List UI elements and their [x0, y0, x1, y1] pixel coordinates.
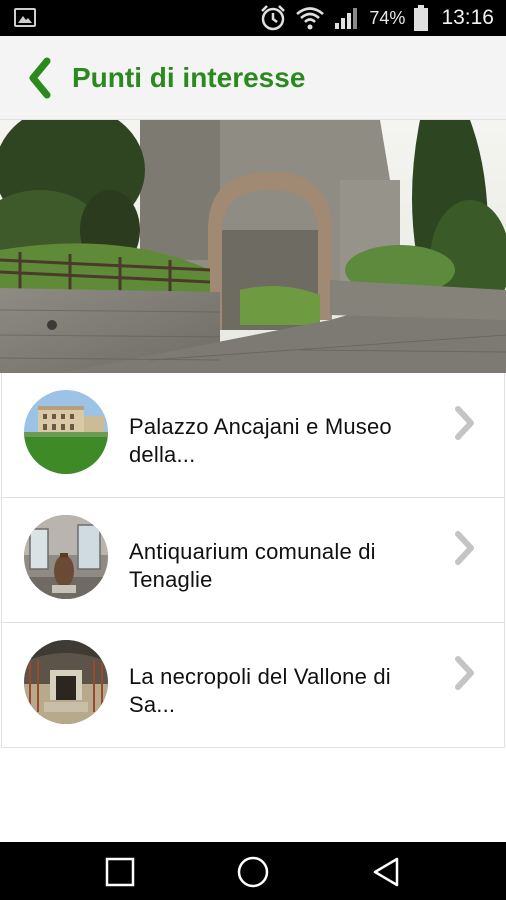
palazzo-thumbnail — [24, 390, 108, 474]
status-bar: 74% 13:16 — [0, 0, 506, 36]
back-icon — [373, 857, 399, 887]
recents-button[interactable] — [100, 852, 140, 892]
chevron-right-icon — [455, 656, 474, 690]
poi-title: La necropoli del Vallone di Sa... — [129, 664, 391, 717]
home-icon — [237, 856, 269, 888]
poi-title: Antiquarium comunale di Tenaglie — [129, 539, 376, 592]
status-icons: 74% 13:16 — [259, 4, 494, 32]
battery-percent: 74% — [369, 7, 406, 28]
back-button[interactable] — [18, 54, 62, 102]
clock: 13:16 — [441, 6, 494, 29]
page-title: Punti di interesse — [72, 62, 306, 93]
chevron-left-icon — [29, 57, 51, 99]
image-notification-icon — [14, 8, 36, 27]
necropolis-thumbnail — [24, 640, 108, 724]
recents-icon — [105, 857, 135, 887]
list-item[interactable]: Antiquarium comunale di Tenaglie — [2, 498, 504, 623]
poi-title: Palazzo Ancajani e Museo della... — [129, 414, 392, 467]
hero-image — [0, 120, 506, 373]
list-item[interactable]: Palazzo Ancajani e Museo della... — [2, 373, 504, 498]
system-back-button[interactable] — [366, 852, 406, 892]
poi-list: Palazzo Ancajani e Museo della... Antiqu… — [1, 373, 505, 748]
battery-icon — [414, 5, 429, 31]
signal-icon — [335, 8, 358, 29]
app-header: Punti di interesse — [0, 36, 506, 120]
list-item[interactable]: La necropoli del Vallone di Sa... — [2, 623, 504, 747]
chevron-right-icon — [455, 406, 474, 440]
wifi-icon — [296, 7, 325, 30]
alarm-icon — [261, 5, 286, 31]
navigation-bar — [0, 842, 506, 900]
museum-interior-thumbnail — [24, 515, 108, 599]
chevron-right-icon — [455, 531, 474, 565]
home-button[interactable] — [233, 852, 273, 892]
